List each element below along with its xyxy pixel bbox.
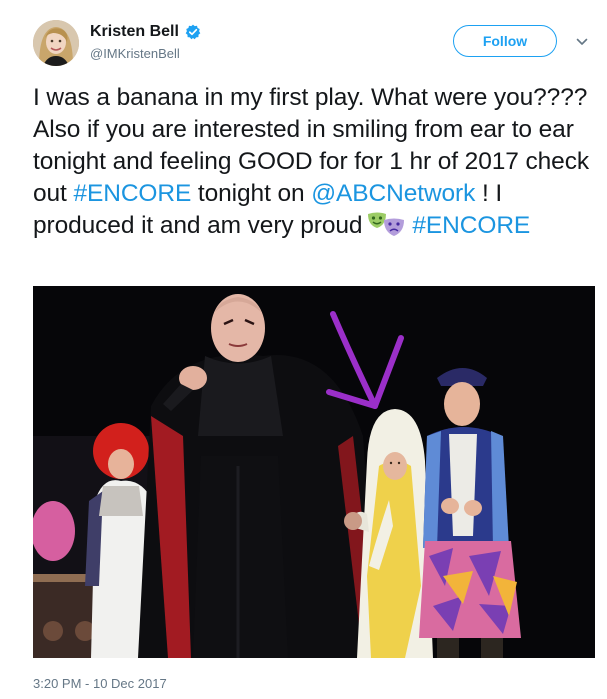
performing-arts-icon: [368, 212, 405, 236]
mention-abcnetwork-link[interactable]: @ABCNetwork: [311, 180, 475, 207]
tweet-text-part: tonight on: [191, 180, 312, 207]
avatar-photo-icon: [33, 20, 79, 66]
follow-button[interactable]: Follow: [453, 25, 557, 57]
avatar[interactable]: [33, 20, 79, 66]
author-row[interactable]: Kristen Bell: [90, 23, 201, 41]
stage-play-photo-icon: [33, 286, 595, 658]
author-name[interactable]: Kristen Bell: [90, 23, 179, 41]
chevron-down-icon[interactable]: [575, 35, 589, 49]
tweet-text: I was a banana in my first play. What we…: [33, 82, 593, 242]
hashtag-encore-link[interactable]: #ENCORE: [412, 212, 530, 239]
verified-badge-icon: [185, 24, 201, 40]
author-handle[interactable]: @IMKristenBell: [90, 46, 180, 61]
hashtag-encore-link[interactable]: #ENCORE: [73, 180, 191, 207]
tweet-timestamp[interactable]: 3:20 PM - 10 Dec 2017: [33, 676, 167, 691]
tweet-photo[interactable]: [33, 286, 595, 658]
